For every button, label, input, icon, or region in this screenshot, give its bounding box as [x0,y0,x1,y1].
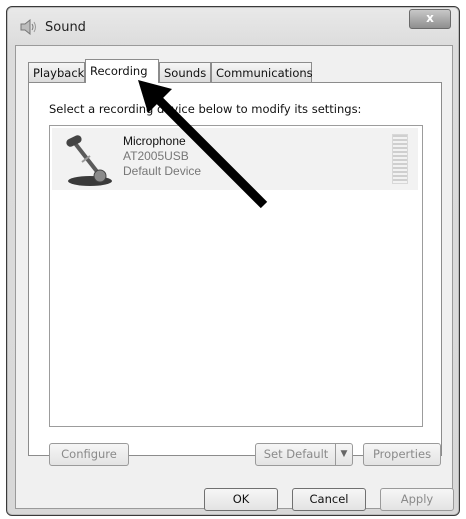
configure-button[interactable]: Configure [49,443,129,466]
cancel-button[interactable]: Cancel [292,488,366,511]
tab-sounds[interactable]: Sounds [159,62,211,82]
ok-button[interactable]: OK [204,488,278,511]
device-name: Microphone [123,134,186,148]
microphone-icon [66,135,112,186]
close-icon: x [426,11,434,25]
level-meter [392,134,408,184]
properties-button[interactable]: Properties [363,443,441,466]
title-bar: Sound x [7,7,459,45]
instruction-text: Select a recording device below to modif… [49,102,362,116]
tab-recording[interactable]: Recording [85,59,159,83]
speaker-icon [20,19,36,35]
close-button[interactable]: x [409,9,451,29]
window-title: Sound [45,20,86,35]
device-model: AT2005USB [123,149,189,163]
tab-communications[interactable]: Communications [211,62,313,82]
apply-button[interactable]: Apply [380,488,454,511]
device-list[interactable]: Microphone AT2005USB Default Device [49,125,423,427]
sound-dialog: Sound x Playback Recording Sounds Commun… [6,6,460,516]
set-default-button[interactable]: Set Default ▼ [255,443,353,466]
chevron-down-icon[interactable]: ▼ [335,444,352,465]
tab-playback[interactable]: Playback [28,62,85,82]
list-item[interactable]: Microphone AT2005USB Default Device [52,128,418,190]
device-status: Default Device [123,164,202,178]
set-default-label: Set Default [263,447,329,461]
recording-tab-panel: Select a recording device below to modif… [28,82,442,466]
dialog-client-area: Playback Recording Sounds Communications… [15,45,454,511]
